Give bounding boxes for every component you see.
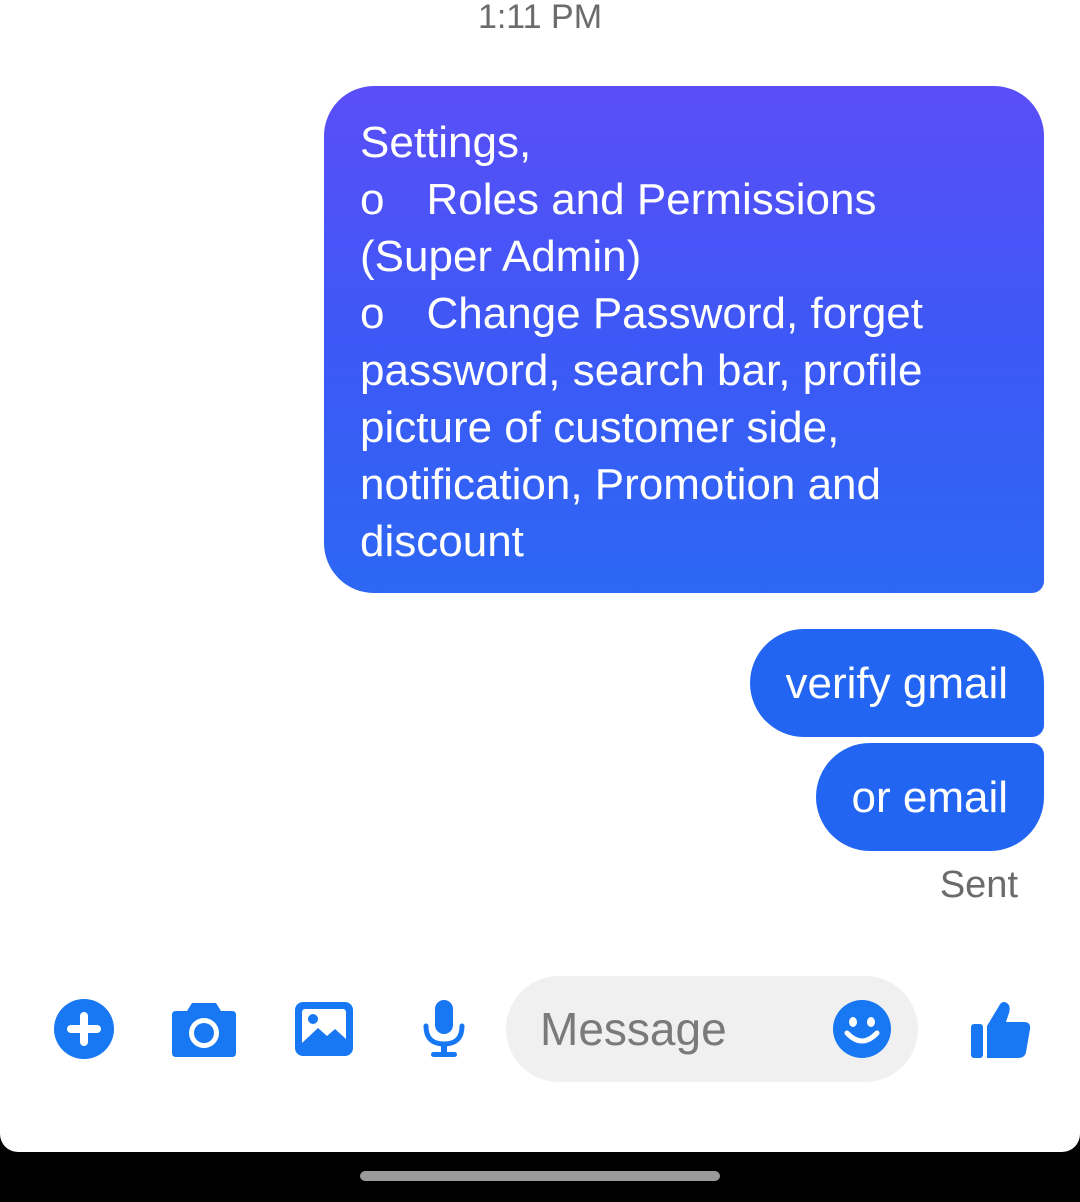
message-line-text: password, search bar, profile xyxy=(360,346,923,395)
message-line-text: picture of customer side, xyxy=(360,403,840,452)
message-line: (Super Admin) xyxy=(360,228,1008,285)
message-timestamp: 1:11 PM xyxy=(477,0,603,36)
message-line-text: notification, Promotion and xyxy=(360,460,881,509)
camera-icon xyxy=(172,1003,236,1057)
bullet-marker: o xyxy=(360,289,385,338)
message-input[interactable] xyxy=(540,976,820,1082)
plus-circle-icon xyxy=(54,999,114,1059)
message-line: Settings, xyxy=(360,114,1008,171)
voice-button[interactable] xyxy=(409,994,479,1064)
message-field[interactable] xyxy=(506,976,918,1082)
message-line: password, search bar, profile xyxy=(360,342,1008,399)
sent-status: Sent xyxy=(939,864,1018,906)
microphone-icon xyxy=(423,1000,465,1057)
message-bubble-verify[interactable]: verify gmail xyxy=(749,629,1044,737)
thumbs-up-icon xyxy=(971,1002,1031,1058)
chat-screen: 1:11 PM Settings, o Roles and Permissions… xyxy=(0,0,1080,1152)
message-line: notification, Promotion and xyxy=(360,456,1008,513)
message-text: verify gmail xyxy=(785,658,1009,708)
message-line: discount xyxy=(360,513,1008,570)
gallery-button[interactable] xyxy=(289,994,359,1064)
like-button[interactable] xyxy=(966,994,1036,1064)
message-bubble-email[interactable]: or email xyxy=(815,743,1044,851)
message-line: picture of customer side, xyxy=(360,399,1008,456)
message-text: or email xyxy=(851,772,1009,822)
message-line-text: (Super Admin) xyxy=(360,232,642,281)
message-line: o Roles and Permissions xyxy=(360,171,1008,228)
message-line-text: Settings, xyxy=(360,118,532,167)
composer-bar xyxy=(0,970,1080,1088)
bullet-marker: o xyxy=(360,175,385,224)
message-line: o Change Password, forget xyxy=(360,285,1008,342)
message-line-text: Change Password, forget xyxy=(426,289,923,338)
message-line-text: discount xyxy=(360,517,524,566)
message-bubble-settings[interactable]: Settings, o Roles and Permissions (Super … xyxy=(324,86,1044,593)
message-line-text: Roles and Permissions xyxy=(426,175,877,224)
home-indicator[interactable] xyxy=(360,1171,720,1181)
emoji-icon[interactable] xyxy=(832,999,892,1059)
image-icon xyxy=(295,1002,353,1056)
camera-button[interactable] xyxy=(169,994,239,1064)
more-actions-button[interactable] xyxy=(49,994,119,1064)
